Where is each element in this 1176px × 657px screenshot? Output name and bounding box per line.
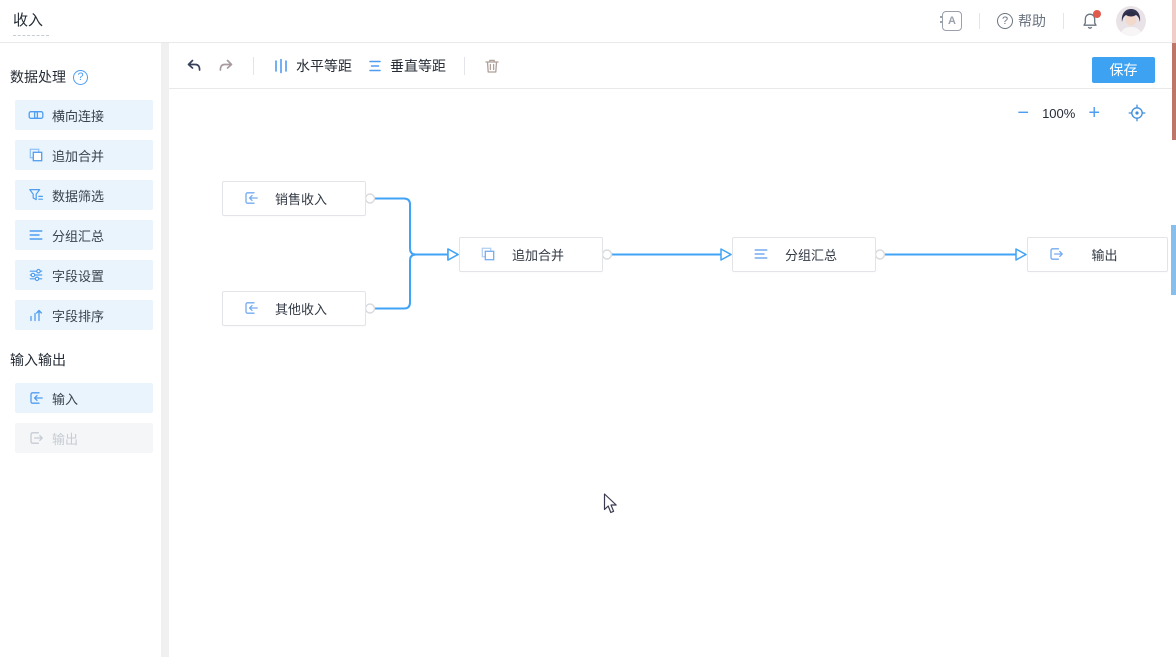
output-port-other-income[interactable] [366,304,375,313]
flow-toolbar: 水平等距 垂直等距 保存 [169,43,1176,89]
divider [464,57,465,75]
screen-edge-artifact [1172,43,1176,140]
output-port-append-merge[interactable] [603,250,612,259]
delete-button[interactable] [483,57,501,75]
flow-node-other-income[interactable]: 其他收入 [222,291,366,326]
input-icon [28,390,44,406]
sidebar-item-field-sort[interactable]: 字段排序 [15,300,153,330]
divider [979,13,980,29]
help-button[interactable]: ? 帮助 [997,11,1046,31]
redo-icon [217,57,235,75]
edge-arrowhead [1016,249,1026,260]
divider [253,57,254,75]
locate-center-icon[interactable] [1128,104,1146,122]
flow-node-group-summary[interactable]: 分组汇总 [732,237,876,272]
output-icon [1048,246,1065,263]
flow-edge-other-income-to-append-merge [370,255,448,309]
sidebar-section-title: 数据处理? [10,69,151,85]
top-bar-actions: A ? 帮助 [942,6,1146,36]
language-icon[interactable]: A [942,11,962,31]
zoom-controls: − 100% + [1017,103,1100,123]
sidebar-item-input[interactable]: 输入 [15,383,153,413]
divider [1063,13,1064,29]
sidebar-item-label: 字段设置 [52,266,104,285]
mouse-cursor [603,493,621,515]
output-port-group-summary[interactable] [876,250,885,259]
output-port-sales-income[interactable] [366,194,375,203]
sidebar-item-field-settings[interactable]: 字段设置 [15,260,153,290]
edge-arrowhead [448,249,458,260]
sidebar-item-label: 数据筛选 [52,186,104,205]
vertical-spacing-icon [366,57,384,75]
horizontal-spacing-label: 水平等距 [296,56,352,76]
flow-canvas[interactable]: − 100% + 销售收入其他收入 追加合并 分组汇总 输出 [169,89,1176,657]
section-title-text: 输入输出 [10,350,66,370]
sidebar-item-label: 字段排序 [52,306,104,325]
help-label: 帮助 [1018,11,1046,31]
vertical-spacing-button[interactable]: 垂直等距 [366,56,446,76]
undo-button[interactable] [185,57,203,75]
flow-node-sales-income[interactable]: 销售收入 [222,181,366,216]
sidebar-section-title: 输入输出 [10,352,151,368]
sidebar-item-horizontal-join[interactable]: 横向连接 [15,100,153,130]
vertical-spacing-label: 垂直等距 [390,56,446,76]
sidebar-item-label: 输入 [52,389,78,408]
zoom-in-button[interactable]: + [1088,103,1100,123]
flow-node-append-merge[interactable]: 追加合并 [459,237,603,272]
save-button[interactable]: 保存 [1092,57,1155,83]
sidebar-item-group-summary[interactable]: 分组汇总 [15,220,153,250]
horizontal-spacing-icon [272,57,290,75]
output-icon [28,430,44,446]
work-area: 水平等距 垂直等距 保存 − 100% [169,43,1176,657]
flow-edge-sales-income-to-append-merge [370,199,448,255]
sidebar-item-output: 输出 [15,423,153,453]
zoom-level: 100% [1042,106,1075,121]
sidebar-item-label: 输出 [52,429,78,448]
edge-arrowhead [448,249,458,260]
section-help-icon[interactable]: ? [73,70,88,85]
avatar-image [1116,6,1146,36]
filter-icon [28,187,44,203]
horizontal-join-icon [28,107,44,123]
zoom-out-button[interactable]: − [1017,103,1029,123]
trash-icon [483,57,501,75]
screen-edge-artifact [1172,0,1176,43]
edge-arrowhead [721,249,731,260]
input-icon [243,190,260,207]
horizontal-spacing-button[interactable]: 水平等距 [272,56,352,76]
notification-dot [1093,10,1101,18]
top-bar: 收入 A ? 帮助 [0,0,1176,43]
undo-icon [185,57,203,75]
sidebar-item-label: 横向连接 [52,106,104,125]
append-merge-icon [28,147,44,163]
group-summary-icon [28,227,44,243]
group-summary-icon [753,246,770,263]
sidebar-item-append-merge[interactable]: 追加合并 [15,140,153,170]
flow-node-output[interactable]: 输出 [1027,237,1168,272]
question-circle-icon: ? [997,13,1013,29]
screen-edge-artifact [1171,225,1176,295]
input-icon [243,300,260,317]
field-settings-icon [28,267,44,283]
user-avatar[interactable] [1116,6,1146,36]
main-layout: 数据处理?横向连接追加合并数据筛选分组汇总字段设置字段排序输入输出输入输出 水平… [0,43,1176,657]
section-title-text: 数据处理 [10,67,66,87]
sidebar-item-label: 追加合并 [52,146,104,165]
document-title[interactable]: 收入 [13,7,49,36]
sidebar-item-data-filter[interactable]: 数据筛选 [15,180,153,210]
field-sort-icon [28,307,44,323]
sidebar-scroll-track[interactable] [161,43,169,657]
notifications-button[interactable] [1081,12,1099,30]
flow-edges [169,89,1176,657]
sidebar: 数据处理?横向连接追加合并数据筛选分组汇总字段设置字段排序输入输出输入输出 [0,43,161,657]
sidebar-item-label: 分组汇总 [52,226,104,245]
append-merge-icon [480,246,497,263]
redo-button[interactable] [217,57,235,75]
